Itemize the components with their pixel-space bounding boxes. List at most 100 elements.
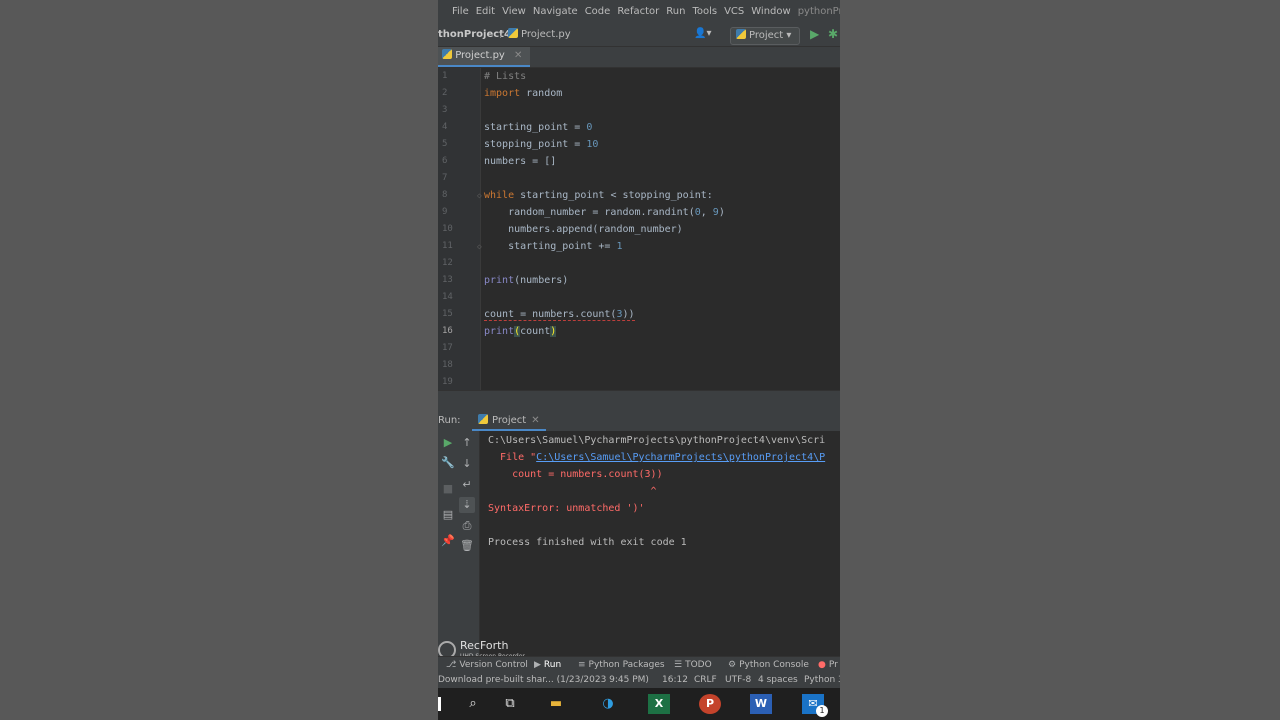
code-text: # Lists bbox=[484, 71, 527, 82]
traceback-file-link[interactable]: C:\Users\Samuel\PycharmProjects\pythonPr… bbox=[536, 452, 825, 463]
code-line[interactable]: 15 count = numbers.count(3)) bbox=[438, 306, 840, 323]
print-icon[interactable]: ⎙ bbox=[459, 518, 475, 534]
run-icon[interactable]: ▶ bbox=[810, 27, 819, 41]
code-line[interactable]: 13 print(numbers) bbox=[438, 272, 840, 289]
console-line-prefix: File " bbox=[488, 452, 537, 463]
code-line[interactable]: 5 stopping_point = 10 bbox=[438, 136, 840, 153]
excel-icon[interactable]: X bbox=[648, 694, 670, 714]
code-line[interactable]: 10 numbers.append(random_number) bbox=[438, 221, 840, 238]
close-icon[interactable]: ✕ bbox=[531, 415, 539, 426]
packages-icon: ≡ bbox=[578, 660, 586, 670]
console-icon: ⚙ bbox=[728, 660, 737, 670]
python-icon bbox=[736, 29, 746, 39]
breadcrumb-separator: / bbox=[500, 29, 504, 40]
search-icon[interactable]: ⌕ bbox=[462, 694, 484, 714]
code-line[interactable]: 14 bbox=[438, 289, 840, 306]
code-editor[interactable]: 1 # Lists 2 import random 3 4 starting_point =… bbox=[438, 68, 840, 390]
menu-tools[interactable]: Tools bbox=[692, 0, 717, 24]
layout-icon[interactable]: ▤ bbox=[440, 507, 456, 523]
breadcrumb-file[interactable]: Project.py bbox=[508, 24, 571, 46]
error-icon: ● bbox=[818, 660, 826, 670]
cursor-position[interactable]: 16:12 bbox=[662, 672, 688, 688]
line-number: 16 bbox=[442, 326, 453, 336]
python-file-icon bbox=[442, 49, 452, 59]
task-view-icon[interactable]: ⧉ bbox=[499, 694, 521, 714]
tool-python-console[interactable]: ⚙ Python Console bbox=[728, 657, 809, 673]
panel-splitter[interactable] bbox=[438, 390, 840, 411]
line-number: 18 bbox=[442, 360, 453, 370]
run-label: Run: bbox=[438, 415, 461, 426]
code-line[interactable]: 9 random_number = random.randint(0, 9) bbox=[438, 204, 840, 221]
code-line[interactable]: 7 bbox=[438, 170, 840, 187]
line-number: 4 bbox=[442, 122, 448, 132]
code-line[interactable]: 16 print(count) bbox=[438, 323, 840, 340]
close-icon[interactable]: ✕ bbox=[514, 50, 522, 61]
run-tool-header: Run: Project ✕ bbox=[438, 411, 840, 431]
console-output[interactable]: C:\Users\Samuel\PycharmProjects\pythonPr… bbox=[488, 431, 840, 656]
file-encoding[interactable]: UTF-8 bbox=[725, 672, 751, 688]
code-line[interactable]: 12 bbox=[438, 255, 840, 272]
line-separator[interactable]: CRLF bbox=[694, 672, 717, 688]
code-line[interactable]: 1 # Lists bbox=[438, 68, 840, 85]
code-line[interactable]: 11 starting_point += 1 ◇ bbox=[438, 238, 840, 255]
indent-setting[interactable]: 4 spaces bbox=[758, 672, 798, 688]
code-text: stopping_point = 10 bbox=[484, 139, 599, 150]
code-line[interactable]: 4 starting_point = 0 bbox=[438, 119, 840, 136]
tool-todo[interactable]: ☰ TODO bbox=[674, 657, 712, 673]
menu-navigate[interactable]: Navigate bbox=[533, 0, 578, 24]
code-line[interactable]: 18 bbox=[438, 357, 840, 374]
code-line[interactable]: 3 bbox=[438, 102, 840, 119]
user-icon[interactable]: 👤▾ bbox=[694, 28, 716, 42]
arrow-up-icon[interactable]: ↑ bbox=[459, 435, 475, 451]
line-number: 2 bbox=[442, 88, 448, 98]
code-line[interactable]: 19 bbox=[438, 374, 840, 391]
menu-edit[interactable]: Edit bbox=[476, 0, 495, 24]
pin-icon[interactable]: 📌 bbox=[440, 533, 456, 549]
word-icon[interactable]: W bbox=[750, 694, 772, 714]
edge-icon[interactable]: ◑ bbox=[597, 694, 619, 714]
scroll-to-end-icon[interactable]: ⇣ bbox=[459, 497, 475, 513]
tool-version-control[interactable]: ⎇ Version Control bbox=[446, 657, 528, 673]
code-text: random_number = random.randint(0, 9) bbox=[484, 207, 725, 218]
fold-marker-icon[interactable]: ◇ bbox=[477, 187, 482, 204]
code-text: while starting_point < stopping_point: bbox=[484, 190, 713, 201]
menu-code[interactable]: Code bbox=[585, 0, 611, 24]
powerpoint-icon[interactable]: P bbox=[699, 694, 721, 714]
file-explorer-icon[interactable]: ▬ bbox=[545, 694, 567, 714]
fold-marker-icon[interactable]: ◇ bbox=[477, 238, 482, 255]
python-icon bbox=[478, 414, 488, 424]
editor-tab[interactable]: Project.py ✕ bbox=[438, 47, 531, 67]
code-line[interactable]: 2 import random bbox=[438, 85, 840, 102]
menu-refactor[interactable]: Refactor bbox=[617, 0, 659, 24]
console-line: Process finished with exit code 1 bbox=[488, 537, 687, 548]
code-line[interactable]: 8 while starting_point < stopping_point: ◇ bbox=[438, 187, 840, 204]
menu-vcs[interactable]: VCS bbox=[724, 0, 744, 24]
menu-run[interactable]: Run bbox=[666, 0, 685, 24]
arrow-down-icon[interactable]: ↓ bbox=[459, 456, 475, 472]
pycharm-window: File Edit View Navigate Code Refactor Run Tools… bbox=[438, 0, 840, 720]
menu-file[interactable]: File bbox=[452, 0, 469, 24]
trash-icon[interactable]: 🗑 bbox=[459, 538, 475, 554]
rerun-icon[interactable]: ▶ bbox=[440, 435, 456, 451]
menu-bar: File Edit View Navigate Code Refactor Run Tools… bbox=[438, 0, 840, 24]
run-config-dropdown[interactable]: Project ▾ bbox=[730, 27, 800, 45]
soft-wrap-icon[interactable]: ↵ bbox=[459, 477, 475, 493]
stop-icon[interactable]: ■ bbox=[440, 481, 456, 497]
watermark-title: RecForth bbox=[460, 639, 509, 652]
outlook-badge: 1 bbox=[816, 705, 828, 717]
run-tab[interactable]: Project ✕ bbox=[472, 411, 546, 431]
wrench-icon[interactable]: 🔧 bbox=[440, 455, 456, 471]
code-line[interactable]: 6 numbers = [] bbox=[438, 153, 840, 170]
menu-window[interactable]: Window bbox=[751, 0, 790, 24]
tool-run[interactable]: ▶ Run bbox=[534, 657, 561, 673]
tool-problems[interactable]: ● Pr bbox=[818, 657, 838, 673]
console-line: C:\Users\Samuel\PycharmProjects\pythonPr… bbox=[488, 435, 826, 446]
line-number: 11 bbox=[442, 241, 453, 251]
debug-icon[interactable]: ✱ bbox=[828, 27, 838, 41]
status-message[interactable]: Download pre-built shar... (1/23/2023 9:… bbox=[438, 672, 649, 688]
menu-view[interactable]: View bbox=[502, 0, 526, 24]
code-line[interactable]: 17 bbox=[438, 340, 840, 357]
code-text: starting_point = 0 bbox=[484, 122, 593, 133]
interpreter[interactable]: Python 3 bbox=[804, 672, 840, 688]
tool-python-packages[interactable]: ≡ Python Packages bbox=[578, 657, 665, 673]
